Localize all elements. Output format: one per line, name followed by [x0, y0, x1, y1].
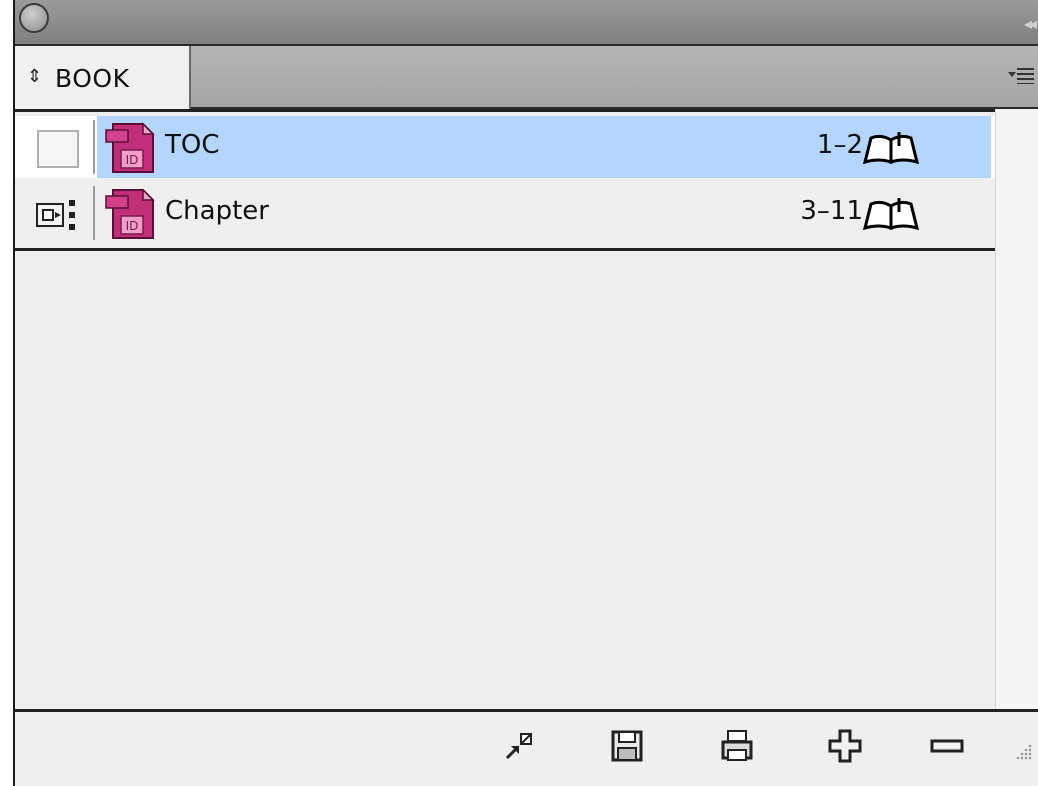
- vertical-scrollbar[interactable]: [995, 109, 1038, 709]
- document-row-toc[interactable]: ID TOC 1–2: [15, 116, 995, 178]
- style-source-indicator-empty[interactable]: [37, 130, 79, 168]
- save-book-icon[interactable]: [609, 728, 645, 764]
- page-range: 1–2: [816, 130, 863, 160]
- style-source-cell[interactable]: [19, 186, 95, 240]
- open-book-icon: [862, 132, 920, 164]
- style-source-icon[interactable]: [35, 198, 79, 232]
- close-icon[interactable]: [19, 3, 49, 33]
- svg-text:ID: ID: [126, 153, 139, 167]
- document-row-chapter[interactable]: ID Chapter 3–11: [15, 182, 995, 244]
- synchronize-icon[interactable]: [501, 728, 537, 764]
- panel-title-bar[interactable]: ◂◂: [15, 0, 1038, 46]
- print-book-icon[interactable]: [719, 728, 755, 764]
- page-range: 3–11: [800, 196, 863, 226]
- indesign-doc-icon: ID: [105, 122, 155, 173]
- document-list: ID TOC 1–2 ID Chapter 3–11: [15, 109, 995, 712]
- panel-menu-icon[interactable]: [1008, 66, 1034, 88]
- tab-book-label: BOOK: [55, 64, 130, 93]
- style-source-cell[interactable]: [19, 120, 95, 174]
- document-name: Chapter: [165, 196, 269, 226]
- open-book-icon: [862, 198, 920, 230]
- document-name: TOC: [165, 130, 220, 160]
- remove-document-icon[interactable]: [929, 728, 965, 764]
- add-document-icon[interactable]: [827, 728, 863, 764]
- svg-text:ID: ID: [126, 219, 139, 233]
- resize-grip-icon[interactable]: [1012, 740, 1034, 762]
- list-end-divider: [15, 248, 995, 251]
- indesign-doc-icon: ID: [105, 188, 155, 239]
- tab-toggle-arrows-icon[interactable]: ⇕: [27, 66, 42, 87]
- book-panel: ◂◂ ⇕ BOOK ID TOC 1–2 ID Chapter 3–11: [13, 0, 1038, 786]
- tab-book[interactable]: ⇕ BOOK: [15, 46, 191, 109]
- panel-bottom-toolbar: [15, 709, 1038, 786]
- panel-tab-row: ⇕ BOOK: [15, 46, 1038, 109]
- collapse-panel-icon[interactable]: ◂◂: [1024, 14, 1037, 33]
